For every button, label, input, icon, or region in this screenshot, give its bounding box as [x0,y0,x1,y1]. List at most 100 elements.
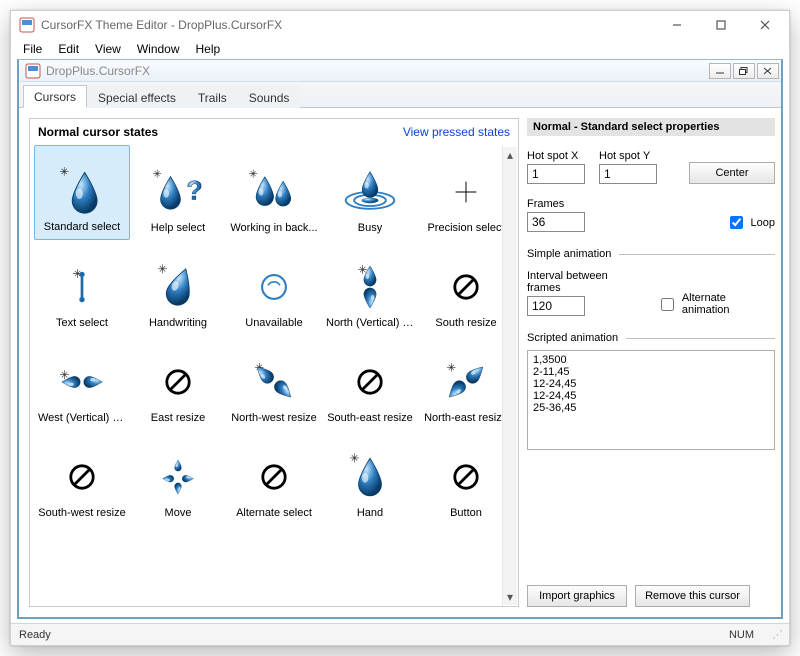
close-button[interactable] [743,13,787,37]
cursor-item[interactable]: Move [130,430,226,525]
cursor-label: Alternate select [236,507,312,519]
center-button[interactable]: Center [689,162,775,184]
window-controls [655,13,787,37]
tab-special-effects[interactable]: Special effects [87,86,187,108]
menubar: File Edit View Window Help [11,39,789,59]
mdi-area: DropPlus.CursorFX Cursors Special effect… [11,59,789,623]
alternate-animation-checkbox[interactable] [661,298,674,311]
cursor-item[interactable]: South resize [418,240,514,335]
cursor-label: North (Vertical) r... [326,317,414,329]
cursor-label: South resize [435,317,496,329]
scroll-up-arrow-icon[interactable]: ▴ [503,147,517,163]
menu-window[interactable]: Window [129,40,188,58]
properties-panel: Normal - Standard select properties Hot … [527,118,775,607]
cursor-thumbnail [54,261,110,313]
cursor-label: North-east resize [424,412,508,424]
cursor-thumbnail [150,451,206,503]
remove-cursor-button[interactable]: Remove this cursor [635,585,750,607]
hotspot-x-input[interactable] [527,164,585,184]
interval-label: Interval between frames [527,270,643,294]
cursor-thumbnail [438,451,494,503]
cursor-thumbnail [54,451,110,503]
cursor-label: West (Vertical) re... [38,412,126,424]
cursor-item[interactable]: North-east resize [418,335,514,430]
cursor-thumbnail [342,261,398,313]
cursor-item[interactable]: South-east resize [322,335,418,430]
cursor-label: Working in back... [230,222,317,234]
menu-help[interactable]: Help [188,40,229,58]
scroll-down-arrow-icon[interactable]: ▾ [503,589,517,605]
menu-file[interactable]: File [15,40,50,58]
cursor-item[interactable]: South-west resize [34,430,130,525]
cursor-thumbnail: ? [150,166,206,218]
cursor-thumbnail [438,166,494,218]
cursor-label: Busy [358,222,382,234]
menu-view[interactable]: View [87,40,129,58]
document-window: DropPlus.CursorFX Cursors Special effect… [17,59,783,619]
hotspot-y-input[interactable] [599,164,657,184]
cursor-label: Handwriting [149,317,207,329]
cursor-thumbnail [342,356,398,408]
cursor-thumbnail [246,451,302,503]
cursor-item[interactable]: West (Vertical) re... [34,335,130,430]
cursor-thumbnail [150,261,206,313]
hotspot-y-label: Hot spot Y [599,150,657,162]
cursor-list-heading: Normal cursor states [38,125,158,139]
cursor-label: Unavailable [245,317,302,329]
cursor-item[interactable]: Handwriting [130,240,226,335]
properties-title: Normal - Standard select properties [527,118,775,136]
divider [626,338,775,339]
svg-text:?: ? [186,176,202,206]
cursor-item[interactable]: Precision select [418,145,514,240]
tab-sounds[interactable]: Sounds [238,86,301,108]
tab-strip: Cursors Special effects Trails Sounds [19,82,781,108]
scripted-animation-group-label: Scripted animation [527,332,618,344]
cursor-label: South-east resize [327,412,413,424]
titlebar: CursorFX Theme Editor - DropPlus.CursorF… [11,11,789,39]
resize-grip-icon[interactable]: ⋰ [772,628,781,641]
cursor-thumbnail [246,261,302,313]
cursor-thumbnail [150,356,206,408]
cursor-label: Move [165,507,192,519]
content-area: Normal cursor states View pressed states… [19,108,781,617]
app-window: CursorFX Theme Editor - DropPlus.CursorF… [10,10,790,646]
loop-checkbox[interactable] [730,216,743,229]
frames-label: Frames [527,198,585,210]
cursor-item[interactable]: ? Help select [130,145,226,240]
menu-edit[interactable]: Edit [50,40,87,58]
cursor-list-panel: Normal cursor states View pressed states… [29,118,519,607]
minimize-button[interactable] [655,13,699,37]
cursor-item[interactable]: Working in back... [226,145,322,240]
document-close-button[interactable] [757,63,779,79]
divider [619,254,775,255]
cursor-grid: Standard select? Help select Working in ba… [30,141,518,606]
cursor-item[interactable]: Button [418,430,514,525]
document-titlebar: DropPlus.CursorFX [19,60,781,82]
cursor-item[interactable]: Standard select [34,145,130,240]
simple-animation-group-label: Simple animation [527,248,611,260]
cursor-item[interactable]: East resize [130,335,226,430]
cursor-label: Help select [151,222,205,234]
document-restore-button[interactable] [733,63,755,79]
cursor-item[interactable]: Busy [322,145,418,240]
tab-cursors[interactable]: Cursors [23,85,87,108]
frames-input[interactable] [527,212,585,232]
cursor-item[interactable]: Text select [34,240,130,335]
maximize-button[interactable] [699,13,743,37]
cursor-item[interactable]: Alternate select [226,430,322,525]
interval-input[interactable] [527,296,585,316]
cursor-item[interactable]: Unavailable [226,240,322,335]
cursor-item[interactable]: North (Vertical) r... [322,240,418,335]
loop-label: Loop [751,217,775,229]
vertical-scrollbar[interactable]: ▴ ▾ [502,147,517,605]
script-textarea[interactable] [527,350,775,450]
app-icon [19,17,35,33]
cursor-item[interactable]: Hand [322,430,418,525]
import-graphics-button[interactable]: Import graphics [527,585,627,607]
cursor-label: Text select [56,317,108,329]
document-title: DropPlus.CursorFX [46,64,707,78]
tab-trails[interactable]: Trails [187,86,238,108]
document-minimize-button[interactable] [709,63,731,79]
view-pressed-states-link[interactable]: View pressed states [403,125,510,139]
cursor-item[interactable]: North-west resize [226,335,322,430]
